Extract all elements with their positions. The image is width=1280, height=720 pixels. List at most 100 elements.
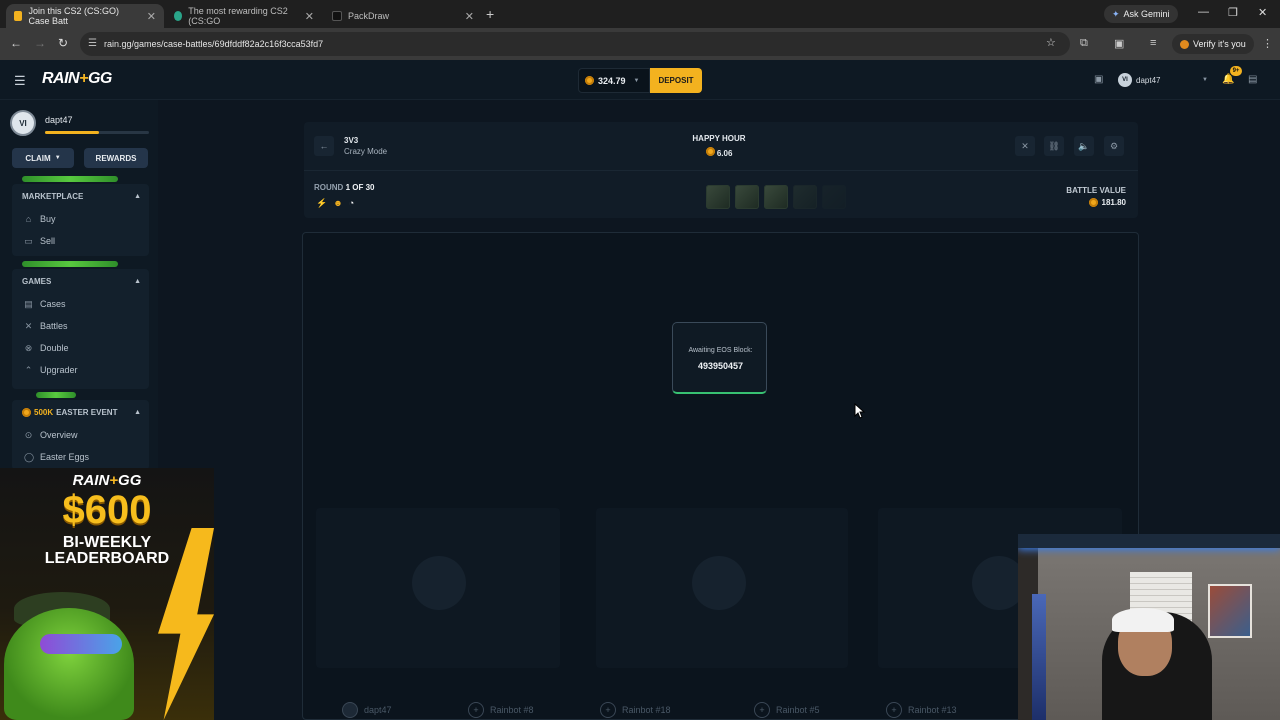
lock-icon[interactable]: ▣ (1094, 74, 1103, 85)
tab-title: The most rewarding CS2 (CS:GO (188, 6, 288, 26)
logo-text: RAIN (42, 70, 80, 87)
close-icon[interactable]: ✕ (147, 10, 156, 23)
round-indicator: ROUND 1 OF 30 (314, 183, 374, 192)
minimize-icon[interactable]: — (1198, 6, 1209, 18)
double-icon: ⊗ (24, 342, 33, 353)
gemini-icon: ✦ (1112, 8, 1120, 19)
link-icon[interactable]: ⛓ (1044, 136, 1064, 156)
sidebar-item-buy[interactable]: ⌂ Buy (12, 208, 149, 230)
back-arrow-icon[interactable]: ← (314, 136, 334, 156)
player-tag[interactable]: + Rainbot #5 (754, 700, 820, 720)
claim-button[interactable]: CLAIM ▼ (12, 148, 74, 168)
sound-icon[interactable]: 🔈 (1074, 136, 1094, 156)
games-header[interactable]: GAMES ▲ (12, 269, 149, 293)
user-menu[interactable]: VI dapt47 ▼ (1118, 70, 1208, 90)
case-thumbnail[interactable] (822, 185, 846, 209)
player-name: Rainbot #8 (490, 705, 534, 715)
grass-decoration (36, 392, 76, 398)
chevron-up-icon: ▲ (134, 277, 141, 285)
player-tag[interactable]: + Rainbot #18 (600, 700, 671, 720)
coin-icon (705, 147, 715, 156)
browser-tab-rain[interactable]: Join this CS2 (CS:GO) Case Batt ✕ (6, 4, 164, 28)
plus-icon: + (468, 702, 484, 718)
browser-tab-packdraw[interactable]: PackDraw ✕ (324, 4, 482, 28)
sidebar-item-cases[interactable]: ▤ Cases (12, 293, 149, 315)
player-name: Rainbot #18 (622, 705, 671, 715)
player-tag[interactable]: + Rainbot #13 (886, 700, 957, 720)
marketplace-header[interactable]: MARKETPLACE ▲ (12, 184, 149, 208)
notification-badge: 9+ (1230, 66, 1242, 76)
browser-menu-icon[interactable]: ⋮ (1262, 37, 1273, 50)
avatar[interactable]: VI (10, 110, 36, 136)
window-close-icon[interactable]: ✕ (1258, 6, 1267, 19)
rewards-button[interactable]: REWARDS (84, 148, 148, 168)
logo-suffix: GG (87, 70, 112, 87)
round-prefix: ROUND (314, 183, 344, 192)
bag-icon: ⌂ (25, 214, 32, 224)
tab-search-icon[interactable]: ▣ (1114, 37, 1124, 50)
grass-decoration (22, 176, 118, 182)
eos-label: Awaiting EOS Block: (688, 347, 753, 354)
extensions-icon[interactable]: ⧉ (1080, 37, 1088, 50)
browser-tab-rewarding[interactable]: The most rewarding CS2 (CS:GO ✕ (166, 4, 322, 28)
tab-title: Join this CS2 (CS:GO) Case Batt (28, 6, 119, 26)
sidebar-item-label: Buy (40, 214, 56, 224)
eos-block-number: 493950457 (697, 361, 744, 371)
header-username: dapt47 (1136, 75, 1161, 85)
media-icon[interactable]: ≡ (1150, 37, 1156, 49)
case-thumbnail[interactable] (706, 185, 730, 209)
chat-icon[interactable]: ▤ (1248, 74, 1257, 85)
claim-label: CLAIM (25, 153, 51, 163)
reload-icon[interactable]: ↻ (58, 36, 68, 50)
site-header: ☰ RAIN+GG 324.79 ▼ DEPOSIT ▣ VI dapt47 ▼… (0, 60, 1280, 100)
gear-icon[interactable]: ⚙ (1104, 136, 1124, 156)
balance-display[interactable]: 324.79 ▼ (578, 68, 650, 93)
plus-icon: + (886, 702, 902, 718)
sidebar-item-double[interactable]: ⊗ Double (12, 337, 149, 359)
profile-dot-icon (1180, 39, 1189, 49)
ask-gemini-button[interactable]: ✦ Ask Gemini (1104, 5, 1178, 23)
sidebar-username[interactable]: dapt47 (45, 115, 73, 125)
sidebar-item-easter-eggs[interactable]: ◯ Easter Eggs (12, 446, 149, 468)
address-bar[interactable]: ☰ rain.gg/games/case-battles/69dfddf82a2… (80, 32, 1070, 56)
player-name: dapt47 (364, 705, 392, 715)
forward-arrow-icon[interactable]: → (34, 36, 46, 50)
new-tab-icon[interactable]: + (486, 6, 494, 22)
leaderboard-promo-overlay: RAIN+GG $600 BI-WEEKLY LEADERBOARD (0, 468, 214, 720)
sidebar-item-label: Cases (40, 299, 66, 309)
cursor-arrow-icon (854, 403, 866, 419)
player-tag[interactable]: dapt47 (342, 700, 392, 720)
site-info-icon[interactable]: ☰ (88, 38, 97, 49)
case-thumbnail[interactable] (764, 185, 788, 209)
verify-profile-button[interactable]: Verify it's you (1172, 34, 1254, 54)
player-tag[interactable]: + Rainbot #8 (468, 700, 534, 720)
case-thumbnail[interactable] (735, 185, 759, 209)
sidebar-item-upgrader[interactable]: ⌃ Upgrader (12, 359, 149, 381)
rain-logo[interactable]: RAIN+GG (42, 70, 112, 88)
deposit-button[interactable]: DEPOSIT (650, 68, 702, 93)
url-text: rain.gg/games/case-battles/69dfddf82a2c1… (104, 39, 324, 49)
battle-mode-subtitle: Crazy Mode (344, 147, 388, 156)
swords-icon: ✕ (24, 320, 33, 331)
battle-value: 181.80 (1088, 198, 1126, 207)
swords-icon[interactable]: ✕ (1015, 136, 1035, 156)
close-icon[interactable]: ✕ (465, 10, 474, 23)
pie-icon: ◔ (348, 198, 355, 208)
round-current: 1 OF 30 (345, 183, 375, 192)
back-arrow-icon[interactable]: ← (10, 36, 22, 50)
case-thumbnail[interactable] (793, 185, 817, 209)
sidebar-item-battles[interactable]: ✕ Battles (12, 315, 149, 337)
chevron-down-icon: ▼ (54, 155, 61, 161)
gemini-label: Ask Gemini (1123, 9, 1170, 19)
bookmark-star-icon[interactable]: ☆ (1046, 36, 1056, 49)
close-icon[interactable]: ✕ (305, 10, 314, 23)
sidebar-item-sell[interactable]: ▭ Sell (12, 230, 149, 252)
tab-title: PackDraw (348, 11, 390, 21)
easter-event-header[interactable]: 500K EASTER EVENT ▲ (12, 400, 149, 424)
sidebar-item-label: Upgrader (40, 365, 78, 375)
hamburger-menu-icon[interactable]: ☰ (14, 73, 26, 89)
easter-event-section: 500K EASTER EVENT ▲ ⊙ Overview ◯ Easter … (12, 400, 149, 470)
maximize-icon[interactable]: ❐ (1228, 6, 1238, 19)
sidebar-item-overview[interactable]: ⊙ Overview (12, 424, 149, 446)
sell-icon: ▭ (24, 235, 33, 246)
